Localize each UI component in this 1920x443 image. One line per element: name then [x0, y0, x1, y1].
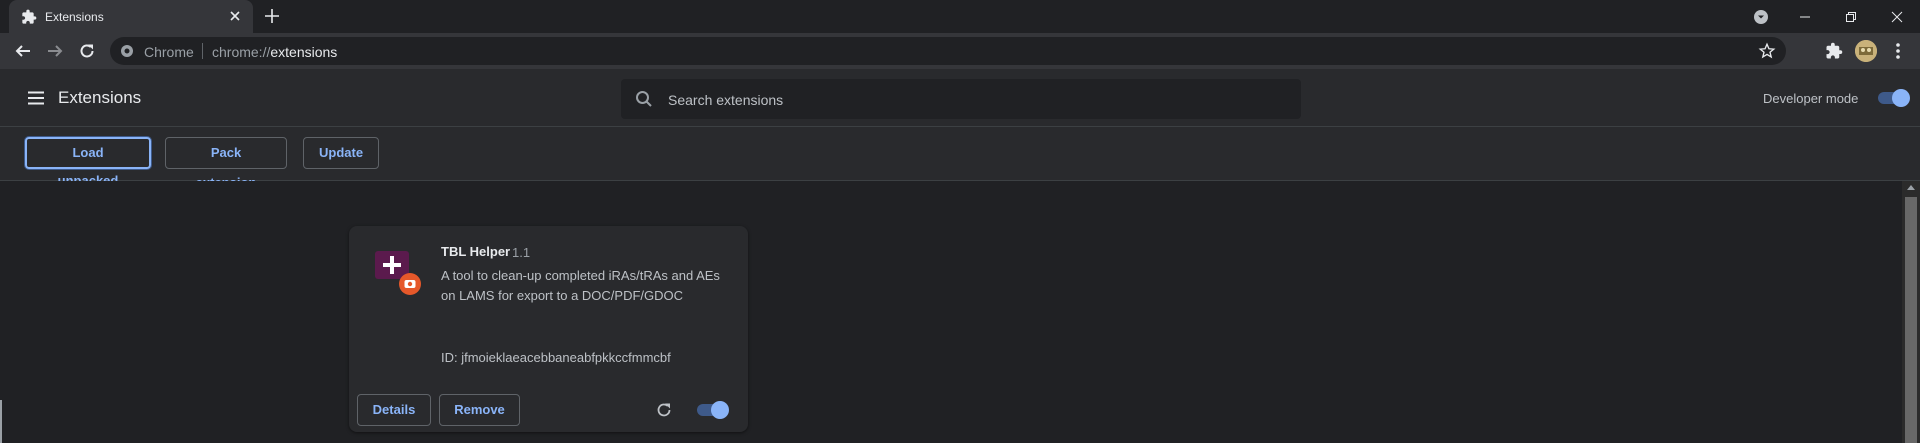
new-tab-icon[interactable]	[262, 6, 282, 26]
search-icon	[636, 91, 652, 107]
extension-card: TBL Helper 1.1 A tool to clean-up comple…	[349, 226, 748, 432]
more-vert-icon	[1896, 43, 1900, 59]
window-close-icon	[1891, 11, 1903, 22]
pack-extension-button[interactable]: Pack extension	[165, 137, 287, 190]
puzzle-icon	[22, 9, 37, 24]
extension-enable-toggle[interactable]	[697, 401, 729, 419]
puzzle-icon	[1826, 42, 1843, 59]
details-button[interactable]: Details	[357, 394, 431, 426]
remove-button[interactable]: Remove	[439, 394, 520, 426]
tbl-helper-extension-icon	[375, 251, 421, 295]
update-button[interactable]: Update	[303, 137, 379, 169]
search-input[interactable]	[666, 79, 1290, 121]
bookmark-star-icon[interactable]	[1758, 42, 1776, 60]
tab-title: Extensions	[45, 10, 104, 24]
minimize-button[interactable]	[1782, 0, 1828, 33]
tab-search-icon	[1754, 9, 1768, 24]
reload-icon	[80, 44, 94, 58]
forward-button[interactable]	[44, 40, 66, 62]
developer-mode-label: Developer mode	[1763, 91, 1859, 106]
extension-version: 1.1	[512, 245, 531, 260]
developer-toolbar: Load unpacked Pack extension Update	[0, 127, 1920, 190]
forward-arrow-icon	[48, 45, 63, 57]
url-scheme: chrome://	[212, 44, 271, 60]
page-scrollbar[interactable]	[1902, 181, 1920, 443]
load-unpacked-button[interactable]: Load unpacked	[25, 137, 151, 188]
extensions-list: TBL Helper 1.1 A tool to clean-up comple…	[0, 181, 1902, 443]
url-host: extensions	[270, 44, 338, 60]
chrome-menu-button[interactable]	[1887, 40, 1909, 62]
reload-extension-icon[interactable]	[655, 401, 673, 419]
restore-button[interactable]	[1828, 0, 1874, 33]
window-edge	[0, 400, 2, 443]
omnibox-url[interactable]: chrome://extensions	[212, 44, 337, 60]
toggle-knob	[711, 401, 729, 419]
browser-toolbar: Chrome chrome://extensions	[0, 33, 1920, 69]
avatar-icon	[1855, 40, 1877, 62]
extensions-menu-button[interactable]	[1823, 40, 1845, 62]
tab-extensions[interactable]: Extensions	[9, 0, 253, 33]
search-box[interactable]	[621, 79, 1301, 121]
tab-search-button[interactable]	[1738, 0, 1784, 33]
hamburger-menu-icon[interactable]	[26, 88, 46, 108]
page-title: Extensions	[58, 88, 142, 107]
extension-name: TBL Helper	[441, 244, 511, 259]
tab-strip: Extensions	[0, 0, 1920, 33]
window-close-button[interactable]	[1874, 0, 1920, 33]
chrome-page-icon	[121, 45, 133, 57]
restore-icon	[1846, 11, 1856, 22]
extension-description: A tool to clean-up completed iRAs/tRAs a…	[441, 268, 720, 303]
toggle-knob	[1892, 89, 1910, 107]
scroll-up-arrow-icon[interactable]	[1907, 185, 1915, 190]
profile-avatar[interactable]	[1855, 40, 1877, 62]
developer-mode-toggle[interactable]	[1878, 89, 1910, 107]
back-button[interactable]	[12, 40, 34, 62]
close-tab-icon[interactable]	[225, 6, 245, 26]
scrollbar-thumb[interactable]	[1905, 197, 1917, 443]
minimize-icon	[1800, 16, 1810, 17]
extensions-header: Extensions Developer mode	[0, 69, 1920, 127]
reload-page-button[interactable]	[76, 40, 98, 62]
back-arrow-icon	[15, 45, 30, 57]
extension-id: ID: jfmoieklaeacebbaneabfpkkccfmmcbf	[441, 350, 671, 365]
omnibox-chip: Chrome	[144, 44, 194, 60]
omnibox-separator	[202, 43, 203, 59]
address-bar[interactable]: Chrome chrome://extensions	[110, 37, 1786, 65]
